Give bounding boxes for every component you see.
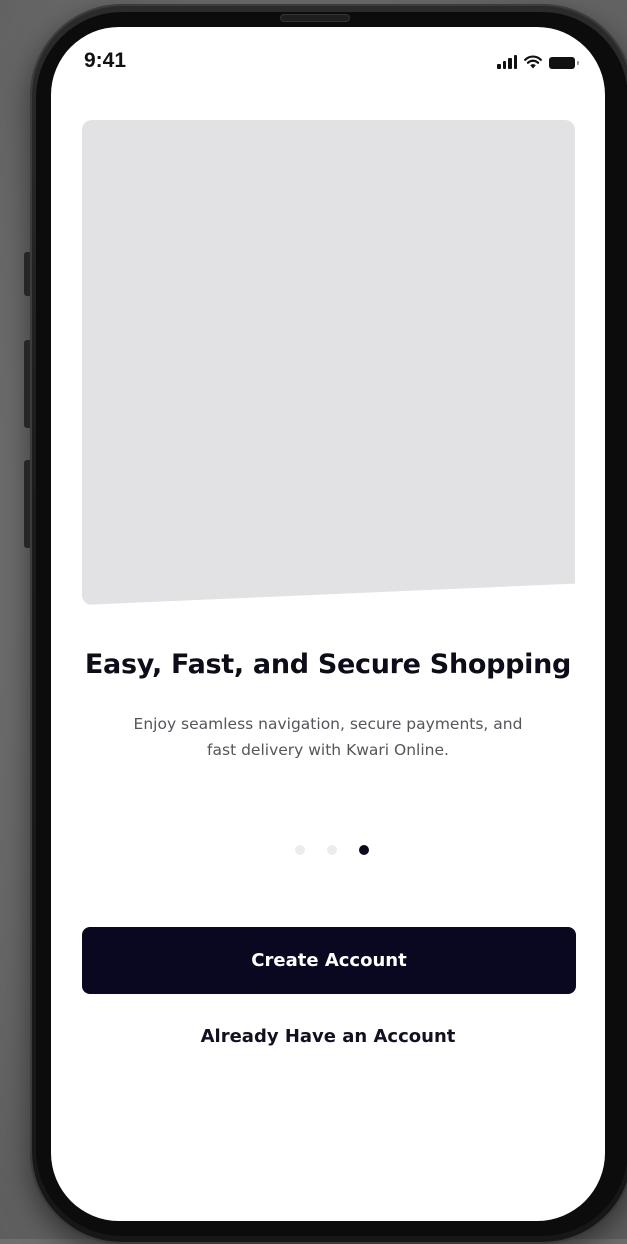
volume-down-button: [24, 460, 30, 548]
description-line-2: fast delivery with Kwari Online.: [207, 741, 449, 759]
create-account-button[interactable]: Create Account: [82, 927, 576, 994]
already-have-account-link[interactable]: Already Have an Account: [51, 1026, 605, 1047]
pagination-dots: [51, 845, 605, 855]
wifi-icon: [524, 55, 542, 69]
phone-screen: 9:41 Easy, Fast, and Secure Shopping Enj…: [51, 27, 605, 1221]
status-icons: [497, 55, 579, 69]
pagination-dot-3-active[interactable]: [359, 845, 369, 855]
battery-icon: [549, 57, 579, 69]
onboarding-image-placeholder: [82, 120, 575, 605]
description-line-1: Enjoy seamless navigation, secure paymen…: [133, 715, 523, 733]
onboarding-title: Easy, Fast, and Secure Shopping: [84, 649, 572, 680]
mute-switch: [24, 252, 30, 296]
pagination-dot-1[interactable]: [295, 845, 305, 855]
onboarding-description: Enjoy seamless navigation, secure paymen…: [121, 711, 535, 763]
signal-icon: [497, 55, 517, 69]
volume-up-button: [24, 340, 30, 428]
status-time: 9:41: [84, 49, 127, 72]
pagination-dot-2[interactable]: [327, 845, 337, 855]
speaker-grille: [280, 14, 350, 22]
